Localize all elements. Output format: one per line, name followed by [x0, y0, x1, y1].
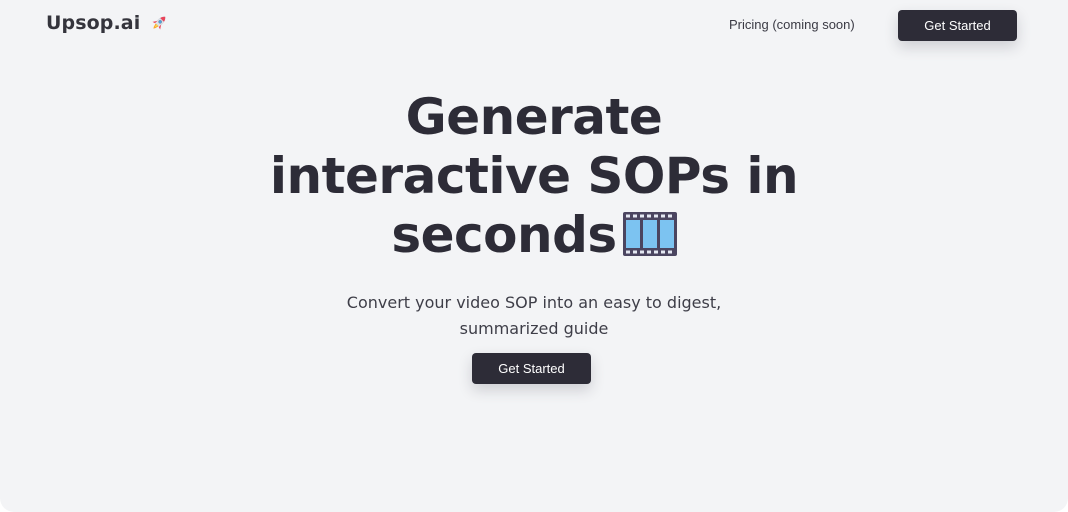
- rocket-icon: [152, 16, 166, 30]
- logo-link[interactable]: Upsop.ai: [46, 12, 169, 34]
- get-started-hero-button[interactable]: Get Started: [472, 353, 591, 384]
- hero-title-line-2: interactive SOPs in: [269, 147, 799, 205]
- film-frames-icon: [622, 212, 677, 256]
- get-started-header-button[interactable]: Get Started: [898, 10, 1017, 41]
- top-nav: Upsop.ai Pricing (coming soon) Get Start…: [0, 0, 1068, 52]
- hero-subtitle-line-2: summarized guide: [459, 319, 609, 338]
- hero-title-line-3: seconds: [391, 206, 617, 264]
- logo-text: Upsop.ai: [46, 12, 141, 34]
- hero-title: Generate interactive SOPs in seconds: [234, 88, 834, 265]
- hero-subtitle-line-1: Convert your video SOP into an easy to d…: [346, 293, 722, 312]
- hero-subtitle: Convert your video SOP into an easy to d…: [300, 290, 768, 342]
- pricing-link[interactable]: Pricing (coming soon): [729, 17, 855, 32]
- landing-page: Upsop.ai Pricing (coming soon) Get Start…: [0, 0, 1068, 512]
- hero-title-line-1: Generate: [405, 88, 663, 146]
